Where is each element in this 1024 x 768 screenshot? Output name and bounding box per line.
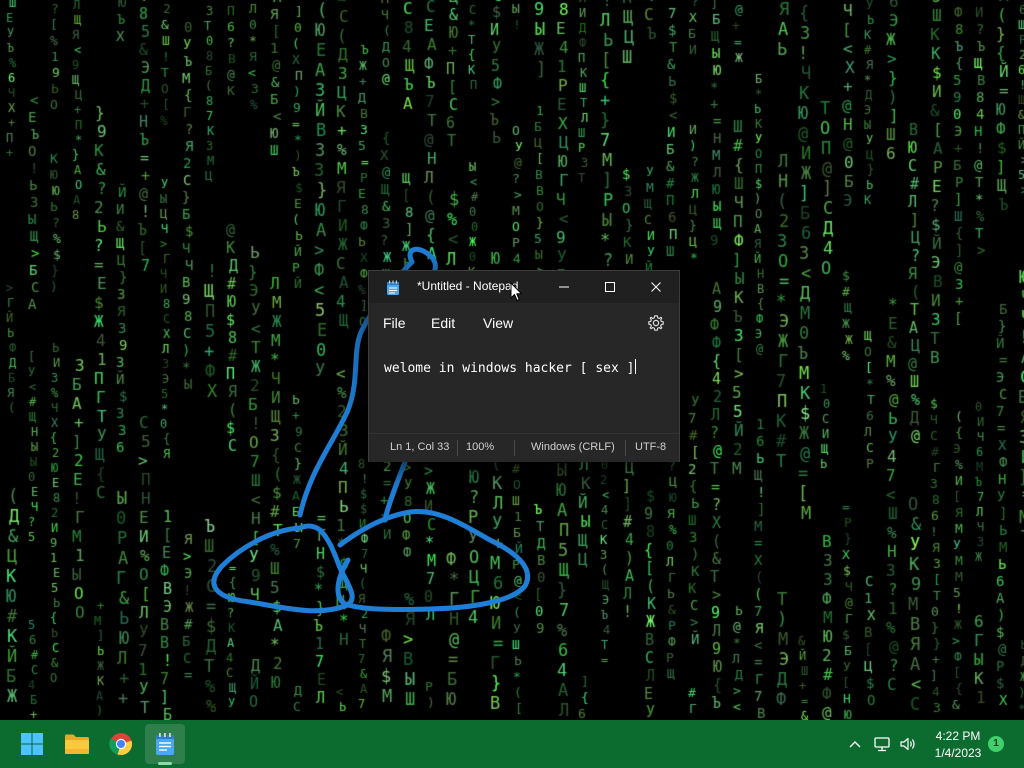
chrome-icon <box>109 733 133 756</box>
editor-content: welome in windows hacker [ sex ] <box>384 361 635 376</box>
menu-file[interactable]: File <box>383 315 406 331</box>
text-editor[interactable]: welome in windows hacker [ sex ] <box>369 343 679 433</box>
volume-icon[interactable] <box>898 734 918 754</box>
taskbar: 4:22 PM 1/4/2023 1 <box>0 720 1024 768</box>
menu-bar: File Edit View <box>369 303 679 343</box>
clock-date[interactable]: 1/4/2023 <box>926 746 990 760</box>
chevron-up-icon[interactable] <box>845 734 865 754</box>
cursor-position: Ln 1, Col 33 <box>390 441 450 453</box>
network-icon[interactable] <box>872 734 892 754</box>
start-button[interactable] <box>12 724 52 764</box>
notepad-taskbar-button[interactable] <box>145 724 185 764</box>
menu-edit[interactable]: Edit <box>431 315 455 331</box>
folder-icon <box>65 734 89 754</box>
status-separator <box>625 440 626 456</box>
notepad-window[interactable]: *Untitled - Notepad File Edit View welom… <box>368 270 680 462</box>
text-caret <box>635 359 637 374</box>
gear-icon[interactable] <box>647 314 665 332</box>
status-separator <box>457 440 458 456</box>
chrome-button[interactable] <box>101 724 141 764</box>
maximize-button[interactable] <box>587 271 633 303</box>
menu-view[interactable]: View <box>483 315 513 331</box>
windows-logo-icon <box>21 733 43 755</box>
clock-time[interactable]: 4:22 PM <box>926 729 990 743</box>
line-ending: Windows (CRLF) <box>531 441 615 453</box>
status-separator <box>514 440 515 456</box>
active-app-indicator <box>158 762 172 765</box>
minimize-icon <box>559 286 569 288</box>
mouse-pointer-icon <box>510 282 522 301</box>
zoom-level: 100% <box>466 441 495 453</box>
close-icon <box>651 282 661 292</box>
close-button[interactable] <box>633 271 679 303</box>
notepad-icon <box>156 733 174 755</box>
window-title: *Untitled - Notepad <box>417 279 519 293</box>
minimize-button[interactable] <box>541 271 587 303</box>
maximize-icon <box>605 282 615 292</box>
status-bar: Ln 1, Col 33 100% Windows (CRLF) UTF-8 <box>369 433 679 462</box>
notification-badge[interactable]: 1 <box>988 736 1004 752</box>
desktop[interactable]: *Untitled - Notepad File Edit View welom… <box>0 0 1024 720</box>
file-explorer-button[interactable] <box>57 724 97 764</box>
notepad-icon <box>387 280 399 295</box>
encoding: UTF-8 <box>635 441 667 453</box>
notepad-titlebar[interactable]: *Untitled - Notepad <box>369 271 679 303</box>
